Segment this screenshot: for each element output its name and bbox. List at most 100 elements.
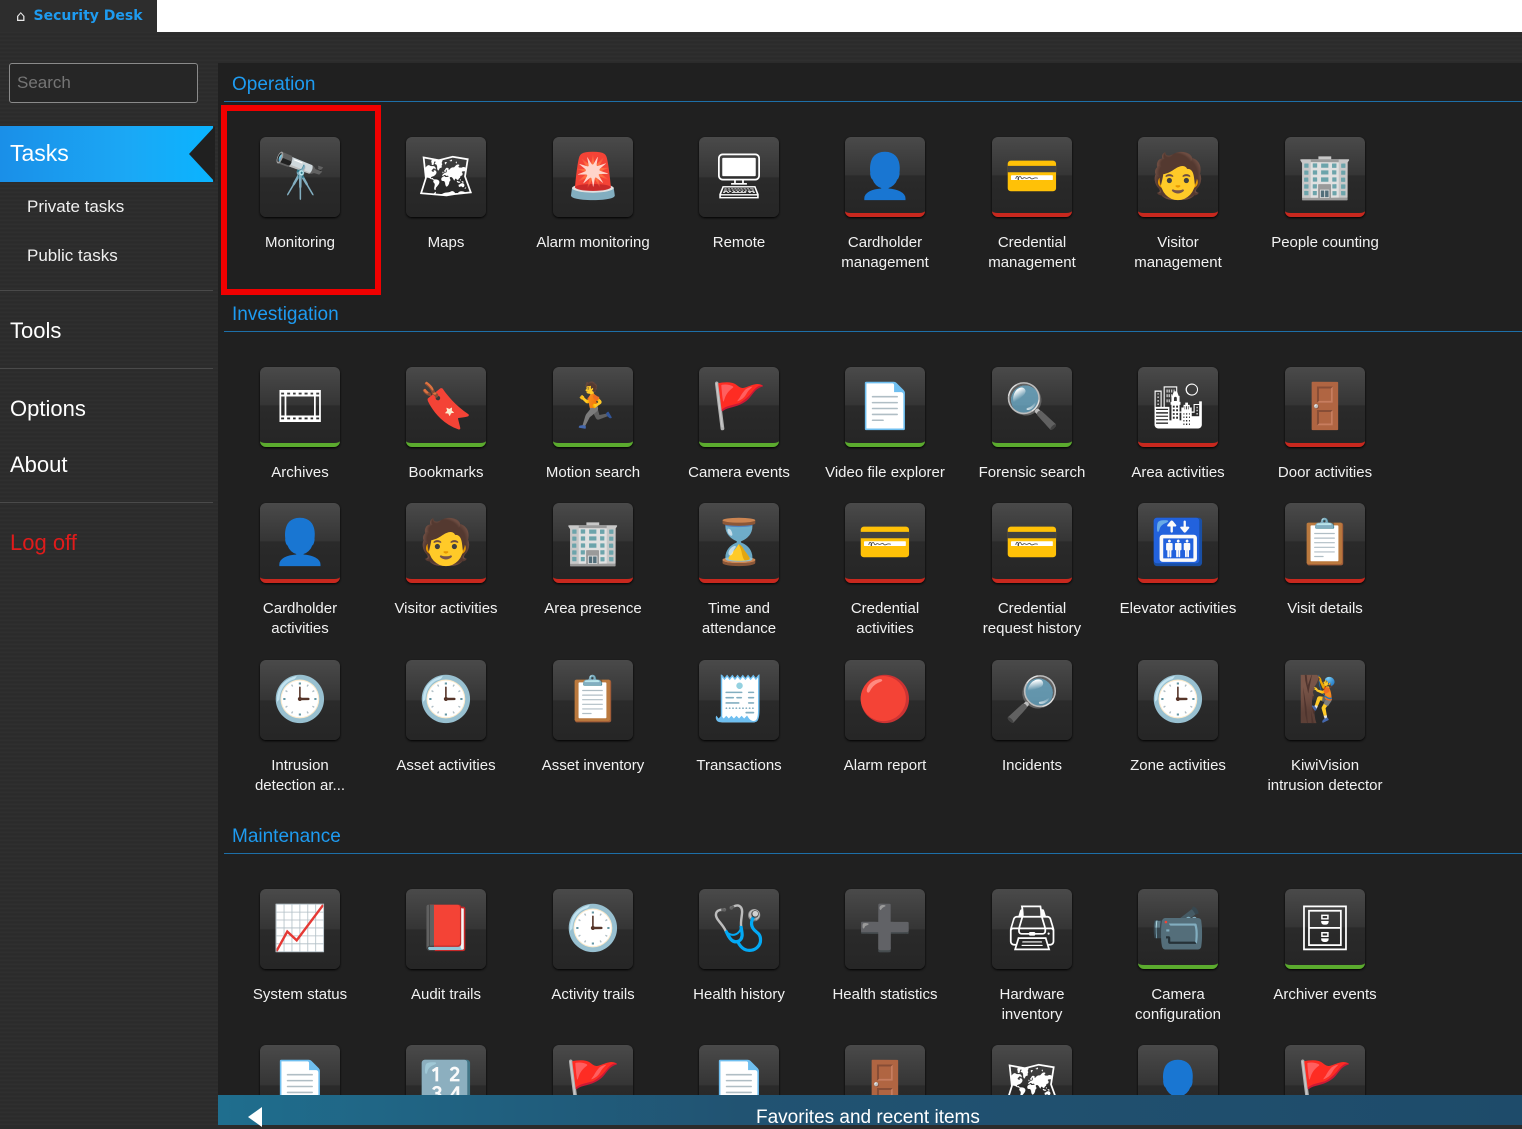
task-tile[interactable]: 🗄 Archiver events: [1252, 889, 1398, 1005]
task-tile[interactable]: 🔍 Forensic search: [959, 367, 1105, 483]
task-tile[interactable]: 🖨 Hardware inventory: [959, 889, 1105, 1025]
section-divider: [224, 853, 1522, 854]
task-tile[interactable]: 💳 Credential activities: [812, 503, 958, 639]
task-tile[interactable]: 🕒 Zone activities: [1105, 660, 1251, 776]
search-input[interactable]: [9, 63, 198, 103]
task-label: System status: [252, 986, 348, 1003]
sidebar-item-about[interactable]: About: [10, 452, 68, 478]
remote-monitor-icon: 🖥: [699, 137, 779, 217]
sidebar-item-tasks[interactable]: Tasks: [0, 126, 215, 182]
task-tile[interactable]: 🏙 Area activities: [1105, 367, 1251, 483]
task-tile[interactable]: 🔖 Bookmarks: [373, 367, 519, 483]
task-label: Archiver events: [1273, 986, 1377, 1003]
task-label: Asset inventory: [541, 757, 645, 774]
task-tile[interactable]: 🏢 Area presence: [520, 503, 666, 619]
transactions-icon: 🧾: [699, 660, 779, 740]
task-tile[interactable]: 🔎 Incidents: [959, 660, 1105, 776]
task-tile[interactable]: 📄: [666, 1045, 812, 1095]
task-label: Area presence: [544, 600, 642, 617]
task-tile[interactable]: 📋 Visit details: [1252, 503, 1398, 619]
visit-details-icon: 📋: [1285, 503, 1365, 583]
sidebar-item-tools[interactable]: Tools: [10, 318, 61, 344]
task-tile[interactable]: 🎞 Archives: [227, 367, 373, 483]
sidebar-item-private-tasks[interactable]: Private tasks: [27, 197, 124, 217]
favorites-bar[interactable]: Favorites and recent items: [218, 1095, 1522, 1128]
task-tile[interactable]: 🗺: [959, 1045, 1105, 1095]
expand-arrow-icon[interactable]: [248, 1107, 262, 1127]
sidebar-item-options[interactable]: Options: [10, 396, 86, 422]
task-tile[interactable]: 📹 Camera configuration: [1105, 889, 1251, 1025]
task-tile[interactable]: 🧾 Transactions: [666, 660, 812, 776]
section-divider: [224, 331, 1522, 332]
task-tile[interactable]: 🚨 Alarm monitoring: [520, 137, 666, 253]
task-tile[interactable]: 📋 Asset inventory: [520, 660, 666, 776]
task-tile[interactable]: 💳 Credential request history: [959, 503, 1105, 639]
people-counting-icon: 🏢: [1285, 137, 1365, 217]
task-label: Hardware inventory: [999, 986, 1065, 1023]
sidebar-item-public-tasks[interactable]: Public tasks: [27, 246, 118, 266]
task-tile[interactable]: 🕒 Intrusion detection ar...: [227, 660, 373, 796]
audit-book-icon: 📕: [406, 889, 486, 969]
task-tile[interactable]: 🏃 Motion search: [520, 367, 666, 483]
task-tile[interactable]: 🏢 People counting: [1252, 137, 1398, 253]
archiver-flag-icon: 🗄: [1285, 889, 1365, 969]
task-tile[interactable]: 👤: [1105, 1045, 1251, 1095]
task-tile[interactable]: 📄 Video file explorer: [812, 367, 958, 483]
divider: [0, 368, 213, 369]
task-tile[interactable]: 🚪 Door activities: [1252, 367, 1398, 483]
task-label: Maps: [427, 234, 465, 251]
task-label: Camera events: [688, 464, 790, 481]
task-tile[interactable]: 👤 Cardholder management: [812, 137, 958, 273]
task-tile[interactable]: ⌛ Time and attendance: [666, 503, 812, 639]
area-presence-icon: 🏢: [553, 503, 633, 583]
flag-icon: 🚩: [553, 1045, 633, 1095]
task-tile[interactable]: 🧑 Visitor management: [1105, 137, 1251, 273]
task-tile[interactable]: 🩺 Health history: [666, 889, 812, 1005]
task-label: Zone activities: [1130, 757, 1226, 774]
visitor-clock-icon: 🧑: [406, 503, 486, 583]
task-tile[interactable]: 🕒 Asset activities: [373, 660, 519, 776]
task-label: KiwiVision intrusion detector: [1267, 757, 1383, 794]
door-icon: 🚪: [845, 1045, 925, 1095]
task-label: Incidents: [1001, 757, 1063, 774]
task-tile[interactable]: 🖥 Remote: [666, 137, 812, 253]
task-tile[interactable]: 🚩: [520, 1045, 666, 1095]
hourglass-calendar-icon: ⌛: [699, 503, 779, 583]
map-binoculars-icon: 🗺: [406, 137, 486, 217]
tasks-label: Tasks: [10, 140, 69, 166]
task-tile[interactable]: 🧗 KiwiVision intrusion detector: [1252, 660, 1398, 796]
task-tile[interactable]: 📈 System status: [227, 889, 373, 1005]
credential-card-icon: 💳: [992, 137, 1072, 217]
door-clock-icon: 🚪: [1285, 367, 1365, 447]
task-tile[interactable]: 🚩 Camera events: [666, 367, 812, 483]
task-label: Area activities: [1131, 464, 1225, 481]
task-tile[interactable]: 🚩: [1252, 1045, 1398, 1095]
task-label: Visitor activities: [394, 600, 498, 617]
task-label: Camera configuration: [1135, 986, 1221, 1023]
task-tile[interactable]: 🛗 Elevator activities: [1105, 503, 1251, 619]
unit-map-icon: 🗺: [992, 1045, 1072, 1095]
task-tile[interactable]: 🕒 Activity trails: [520, 889, 666, 1005]
elevator-clock-icon: 🛗: [1138, 503, 1218, 583]
task-tile[interactable]: 👤 Cardholder activities: [227, 503, 373, 639]
task-label: Transactions: [696, 757, 782, 774]
task-tile[interactable]: 🗺 Maps: [373, 137, 519, 253]
visitor-icon: 🧑: [1138, 137, 1218, 217]
task-label: Credential request history: [982, 600, 1082, 637]
task-tile[interactable]: 🔴 Alarm report: [812, 660, 958, 776]
task-tile[interactable]: 🧑 Visitor activities: [373, 503, 519, 619]
asset-barcode-clock-icon: 🕒: [406, 660, 486, 740]
task-label: Cardholder management: [841, 234, 929, 271]
task-label: Audit trails: [410, 986, 482, 1003]
task-tile[interactable]: ➕ Health statistics: [812, 889, 958, 1005]
log-off-button[interactable]: Log off: [10, 530, 77, 556]
task-label: Remote: [712, 234, 766, 251]
task-tile[interactable]: 🚪: [812, 1045, 958, 1095]
app-tab[interactable]: ⌂ Security Desk: [0, 0, 157, 32]
task-label: Visit details: [1287, 600, 1363, 617]
task-label: Visitor management: [1134, 234, 1222, 271]
task-tile[interactable]: 📄: [227, 1045, 373, 1095]
task-tile[interactable]: 💳 Credential management: [959, 137, 1105, 273]
task-tile[interactable]: 📕 Audit trails: [373, 889, 519, 1005]
task-tile[interactable]: 🔢: [373, 1045, 519, 1095]
